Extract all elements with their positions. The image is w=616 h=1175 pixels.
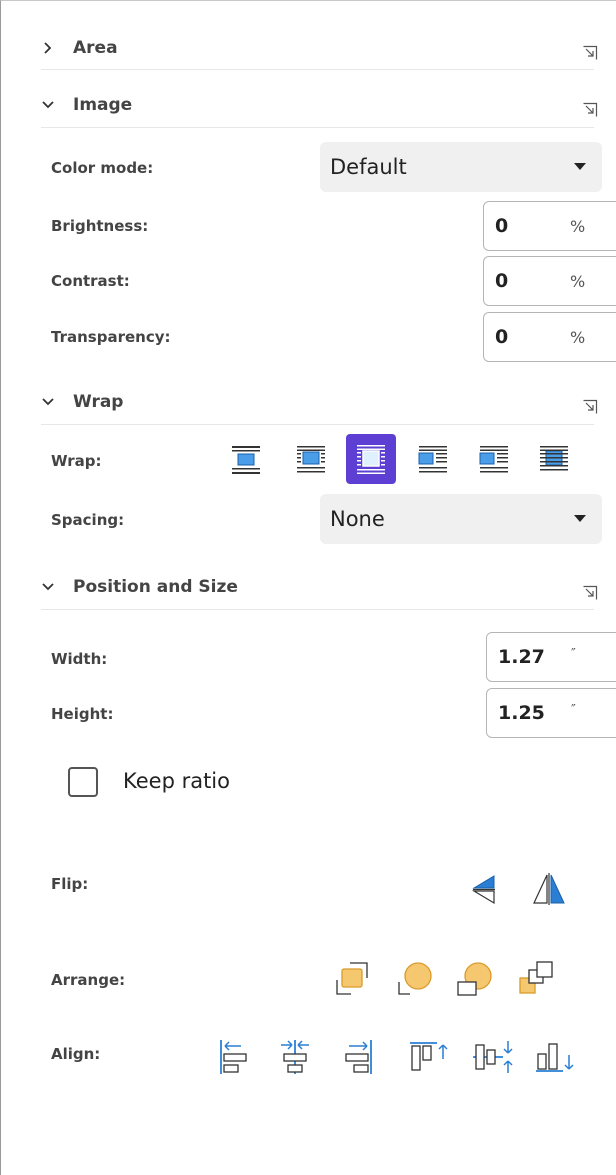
contrast-field[interactable]: 0 %: [483, 256, 616, 306]
section-title-position: Position and Size: [73, 577, 238, 597]
wrap-optimal-button[interactable]: [346, 434, 396, 484]
align-bottom-button[interactable]: [531, 1036, 579, 1078]
brightness-label: Brightness:: [51, 217, 149, 235]
section-header-wrap[interactable]: Wrap: [39, 382, 123, 422]
caret-down-icon: [574, 163, 586, 170]
inch-unit: ″: [571, 703, 576, 718]
wrap-none-button[interactable]: [221, 434, 271, 484]
color-mode-value: Default: [330, 155, 407, 179]
bring-to-front-button[interactable]: [331, 957, 373, 999]
bring-forward-icon: [398, 962, 432, 995]
color-mode-label: Color mode:: [51, 159, 154, 177]
expand-dialog-icon[interactable]: [582, 399, 598, 415]
wrap-right-button[interactable]: [469, 434, 519, 484]
bring-to-front-icon: [336, 962, 368, 995]
section-title-wrap: Wrap: [73, 392, 124, 412]
align-center-icon: [281, 1040, 309, 1074]
expand-dialog-icon[interactable]: [582, 45, 598, 61]
wrap-left-icon: [418, 446, 447, 473]
section-header-image[interactable]: Image: [39, 85, 132, 125]
contrast-value: 0: [495, 270, 509, 292]
flip-horizontal-button[interactable]: [527, 869, 571, 909]
divider: [41, 127, 594, 128]
inch-unit: ″: [571, 647, 576, 662]
wrap-parallel-button[interactable]: [286, 434, 336, 484]
width-label: Width:: [51, 650, 108, 668]
section-title-image: Image: [73, 95, 133, 115]
flip-horizontal-icon: [533, 873, 565, 905]
percent-unit: %: [570, 271, 586, 291]
divider: [41, 609, 594, 610]
align-top-button[interactable]: [405, 1036, 453, 1078]
height-label: Height:: [51, 705, 114, 723]
divider: [41, 424, 594, 425]
divider: [41, 69, 594, 70]
transparency-field[interactable]: 0 %: [483, 312, 616, 362]
flip-vertical-button[interactable]: [469, 869, 499, 909]
color-mode-dropdown[interactable]: Default: [320, 142, 602, 192]
flip-label: Flip:: [51, 875, 89, 893]
wrap-through-button[interactable]: [529, 434, 579, 484]
flip-vertical-icon: [471, 875, 495, 905]
send-backward-icon: [457, 962, 492, 996]
width-value: 1.27: [498, 646, 545, 668]
send-to-back-button[interactable]: [515, 957, 557, 999]
wrap-parallel-icon: [297, 446, 325, 473]
send-to-back-icon: [519, 961, 553, 994]
sidebar-properties-panel: Area Image Color mode: Default Brightnes…: [0, 0, 616, 1175]
chevron-down-icon: [42, 101, 54, 109]
chevron-down-icon: [42, 583, 54, 591]
wrap-right-icon: [479, 446, 508, 473]
align-right-icon: [345, 1040, 372, 1074]
section-header-area[interactable]: Area: [39, 28, 118, 68]
chevron-right-icon: [44, 42, 52, 54]
brightness-field[interactable]: 0 %: [483, 201, 616, 251]
height-field[interactable]: 1.25 ″: [486, 688, 616, 738]
section-title-area: Area: [73, 38, 118, 58]
section-header-position[interactable]: Position and Size: [39, 567, 238, 607]
brightness-value: 0: [495, 215, 509, 237]
transparency-value: 0: [495, 326, 509, 348]
align-left-button[interactable]: [213, 1036, 253, 1078]
bring-forward-button[interactable]: [393, 957, 435, 999]
align-middle-icon: [473, 1041, 513, 1073]
wrap-label: Wrap:: [51, 452, 102, 470]
spacing-label: Spacing:: [51, 511, 125, 529]
arrange-label: Arrange:: [51, 971, 126, 989]
wrap-none-icon: [232, 446, 260, 474]
chevron-down-icon: [42, 398, 54, 406]
align-center-button[interactable]: [275, 1036, 315, 1078]
keep-ratio-label[interactable]: Keep ratio: [123, 769, 230, 793]
percent-unit: %: [570, 216, 586, 236]
align-label: Align:: [51, 1045, 101, 1063]
align-left-icon: [220, 1040, 247, 1074]
height-value: 1.25: [498, 702, 545, 724]
caret-down-icon: [574, 515, 586, 522]
keep-ratio-checkbox[interactable]: [68, 767, 98, 797]
align-right-button[interactable]: [339, 1036, 379, 1078]
percent-unit: %: [570, 327, 586, 347]
expand-dialog-icon[interactable]: [582, 585, 598, 601]
wrap-through-icon: [540, 446, 568, 471]
align-middle-button[interactable]: [469, 1036, 517, 1078]
align-bottom-icon: [536, 1043, 574, 1072]
align-top-icon: [410, 1042, 448, 1071]
transparency-label: Transparency:: [51, 328, 171, 346]
width-field[interactable]: 1.27 ″: [486, 632, 616, 682]
wrap-optimal-icon: [357, 445, 385, 474]
wrap-left-button[interactable]: [408, 434, 458, 484]
expand-dialog-icon[interactable]: [582, 102, 598, 118]
send-backward-button[interactable]: [453, 957, 495, 999]
spacing-dropdown[interactable]: None: [320, 494, 602, 544]
spacing-value: None: [330, 507, 385, 531]
contrast-label: Contrast:: [51, 272, 130, 290]
